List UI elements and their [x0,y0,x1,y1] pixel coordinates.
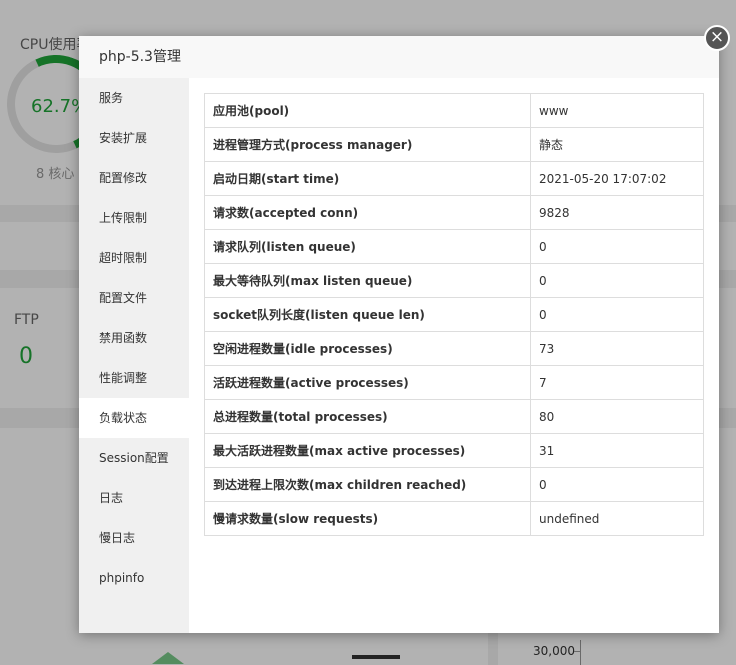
row-value: 0 [530,297,704,332]
table-row: 启动日期(start time) 2021-05-20 17:07:02 [204,161,704,196]
sidebar-item[interactable]: 上传限制 [79,198,189,238]
sidebar-item[interactable]: 安装扩展 [79,118,189,158]
load-status-panel: 应用池(pool) www 进程管理方式(process manager) 静态 启动日… [204,93,704,536]
sidebar-item[interactable]: 慢日志 [79,518,189,558]
row-value: 7 [530,365,704,400]
row-value: 73 [530,331,704,366]
sidebar-item[interactable]: phpinfo [79,558,189,598]
row-key: 进程管理方式(process manager) [204,127,531,162]
row-key: 慢请求数量(slow requests) [204,501,531,536]
row-value: 9828 [530,195,704,230]
table-row: 请求数(accepted conn) 9828 [204,195,704,230]
php-manager-modal: php-5.3管理 服务 安装扩展 配置修改 上传限制 超时限制 配置文件 禁用函数 性能调整… [79,36,719,633]
row-value: 0 [530,467,704,502]
table-row: 请求队列(listen queue) 0 [204,229,704,264]
row-value: 80 [530,399,704,434]
table-row: 最大活跃进程数量(max active processes) 31 [204,433,704,468]
row-value: 0 [530,229,704,264]
table-row: 最大等待队列(max listen queue) 0 [204,263,704,298]
row-key: 最大等待队列(max listen queue) [204,263,531,298]
row-key: 应用池(pool) [204,93,531,128]
sidebar-item[interactable]: 禁用函数 [79,318,189,358]
row-key: 请求队列(listen queue) [204,229,531,264]
row-key: 请求数(accepted conn) [204,195,531,230]
table-row: 慢请求数量(slow requests) undefined [204,501,704,536]
table-row: 进程管理方式(process manager) 静态 [204,127,704,162]
row-key: 总进程数量(total processes) [204,399,531,434]
sidebar-item[interactable]: Session配置 [79,438,189,478]
modal-sidebar: 服务 安装扩展 配置修改 上传限制 超时限制 配置文件 禁用函数 性能调整 负载状态 Sessio… [79,78,189,633]
row-value: 2021-05-20 17:07:02 [530,161,704,196]
row-value: 31 [530,433,704,468]
row-value: undefined [530,501,704,536]
row-key: socket队列长度(listen queue len) [204,297,531,332]
sidebar-item[interactable]: 服务 [79,78,189,118]
modal-title: php-5.3管理 [79,36,719,78]
sidebar-item[interactable]: 日志 [79,478,189,518]
row-value: www [530,93,704,128]
sidebar-item[interactable]: 配置修改 [79,158,189,198]
sidebar-item[interactable]: 性能调整 [79,358,189,398]
close-button[interactable]: × [704,25,730,51]
row-key: 最大活跃进程数量(max active processes) [204,433,531,468]
row-key: 到达进程上限次数(max children reached) [204,467,531,502]
row-key: 启动日期(start time) [204,161,531,196]
table-row: 到达进程上限次数(max children reached) 0 [204,467,704,502]
sidebar-item[interactable]: 超时限制 [79,238,189,278]
sidebar-item[interactable]: 配置文件 [79,278,189,318]
row-value: 静态 [530,127,704,162]
table-row: 总进程数量(total processes) 80 [204,399,704,434]
row-key: 空闲进程数量(idle processes) [204,331,531,366]
table-row: socket队列长度(listen queue len) 0 [204,297,704,332]
table-row: 空闲进程数量(idle processes) 73 [204,331,704,366]
row-value: 0 [530,263,704,298]
close-icon: × [709,27,725,47]
row-key: 活跃进程数量(active processes) [204,365,531,400]
fpm-status-table: 应用池(pool) www 进程管理方式(process manager) 静态 启动日… [204,93,704,536]
sidebar-item[interactable]: 负载状态 [79,398,189,438]
table-row: 应用池(pool) www [204,93,704,128]
table-row: 活跃进程数量(active processes) 7 [204,365,704,400]
